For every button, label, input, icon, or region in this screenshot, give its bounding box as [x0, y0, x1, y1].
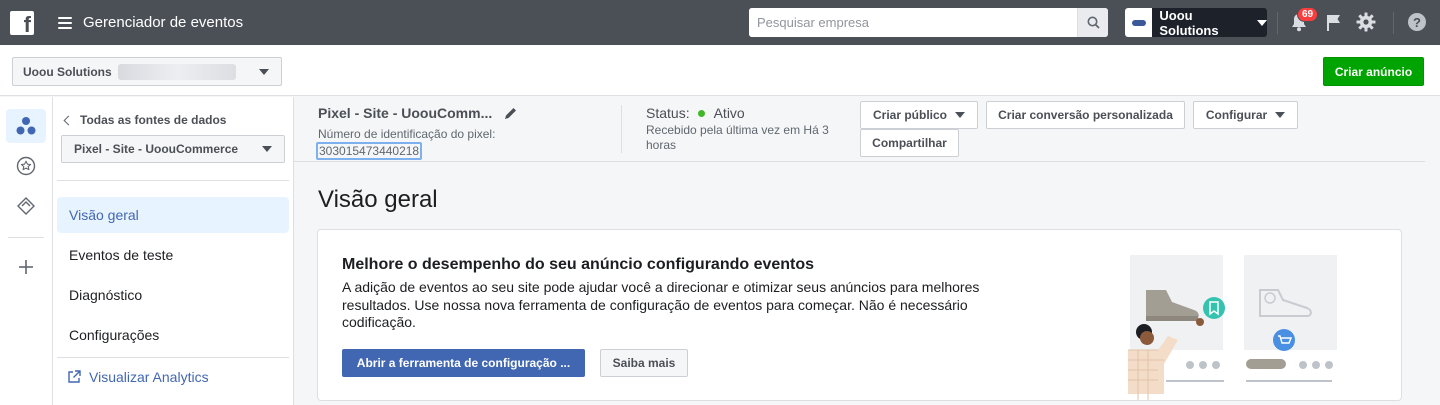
divider	[1277, 12, 1278, 34]
divider	[1393, 12, 1394, 34]
pencil-icon[interactable]	[504, 107, 517, 120]
help-icon[interactable]: ?	[1408, 13, 1426, 31]
status-value: Ativo	[713, 105, 745, 121]
view-analytics-link[interactable]: Visualizar Analytics	[67, 369, 209, 385]
last-received-text: Recebido pela última vez em Há 3 horas	[646, 123, 829, 152]
gear-icon[interactable]	[1356, 12, 1376, 32]
chevron-down-icon	[262, 146, 272, 152]
pixel-name: Pixel - Site - UoouComm...	[318, 105, 517, 121]
card-title: Melhore o desempenho do seu anúncio conf…	[342, 256, 815, 273]
chevron-down-icon	[955, 112, 965, 118]
partner-integrations-icon[interactable]	[6, 189, 46, 223]
sub-header: Uoou Solutions Criar anúncio	[0, 45, 1440, 96]
create-custom-conversion-button[interactable]: Criar conversão personalizada	[986, 101, 1185, 129]
nav-item-diagnostics[interactable]: Diagnóstico	[57, 277, 289, 313]
chevron-down-icon	[1275, 112, 1286, 118]
pixel-id-value[interactable]: 303015473440218	[316, 142, 423, 160]
search-button[interactable]	[1077, 8, 1108, 37]
create-ad-button[interactable]: Criar anúncio	[1323, 57, 1424, 86]
search-input[interactable]	[749, 8, 1077, 37]
back-to-data-sources-link[interactable]: Todas as fontes de dados	[63, 113, 226, 127]
configure-button[interactable]: Configurar	[1193, 101, 1298, 129]
nav-item-settings[interactable]: Configurações	[57, 317, 289, 353]
icon-rail	[0, 97, 53, 405]
app-title[interactable]: Gerenciador de eventos	[83, 14, 243, 31]
share-button[interactable]: Compartilhar	[860, 129, 959, 157]
search-icon	[1087, 16, 1100, 29]
event-setup-illustration	[1128, 255, 1337, 400]
facebook-logo-icon[interactable]: f	[10, 10, 34, 35]
create-audience-label: Criar público	[872, 108, 947, 122]
divider	[57, 180, 289, 181]
configure-label: Configurar	[1205, 108, 1268, 122]
card-description: A adição de eventos ao seu site pode aju…	[342, 279, 980, 330]
create-audience-button[interactable]: Criar público	[860, 101, 978, 129]
nav-item-test-events[interactable]: Eventos de teste	[57, 237, 289, 273]
status-dot-icon	[697, 109, 705, 117]
top-bar: f Gerenciador de eventos Uoou Solutions …	[0, 0, 1440, 45]
flag-icon[interactable]	[1326, 14, 1342, 31]
chevron-down-icon	[259, 69, 269, 75]
divider	[57, 357, 289, 358]
setup-events-card: Melhore o desempenho do seu anúncio conf…	[317, 229, 1402, 401]
open-setup-tool-button[interactable]: Abrir a ferramenta de configuração ...	[342, 349, 585, 377]
business-selector[interactable]: Uoou Solutions	[12, 57, 282, 86]
learn-more-button[interactable]: Saiba mais	[600, 349, 688, 377]
pixel-status: Status: Ativo	[646, 105, 745, 121]
account-name: Uoou Solutions	[1159, 7, 1219, 38]
redacted-text	[117, 63, 236, 80]
page-title: Visão geral	[318, 186, 438, 213]
business-avatar	[1125, 8, 1153, 37]
data-sources-icon[interactable]	[6, 109, 46, 143]
pixel-selector[interactable]: Pixel - Site - UoouCommerce	[61, 135, 285, 163]
chevron-left-icon	[63, 115, 74, 125]
divider	[8, 237, 44, 238]
notification-badge: 69	[1297, 7, 1319, 22]
pixel-header: Pixel - Site - UoouComm... Número de ide…	[294, 97, 1425, 162]
pixel-selector-label: Pixel - Site - UoouCommerce	[74, 142, 239, 156]
business-name: Uoou Solutions	[23, 64, 112, 79]
pixel-id-label: Número de identificação do pixel:	[318, 127, 496, 141]
divider	[621, 105, 622, 153]
plus-icon[interactable]	[6, 250, 46, 284]
hamburger-menu-icon[interactable]	[58, 16, 72, 29]
external-link-icon	[68, 370, 81, 383]
pixel-name-text: Pixel - Site - UoouComm...	[318, 105, 493, 121]
back-link-label: Todas as fontes de dados	[80, 113, 227, 127]
left-navigation: Todas as fontes de dados Pixel - Site - …	[53, 97, 294, 405]
business-search	[749, 8, 1108, 37]
nav-item-overview[interactable]: Visão geral	[57, 197, 289, 233]
star-icon[interactable]	[6, 149, 46, 183]
view-analytics-label: Visualizar Analytics	[89, 369, 209, 385]
account-switcher[interactable]: Uoou Solutions	[1125, 7, 1267, 38]
status-label: Status:	[646, 105, 690, 121]
chevron-down-icon	[1257, 19, 1267, 26]
